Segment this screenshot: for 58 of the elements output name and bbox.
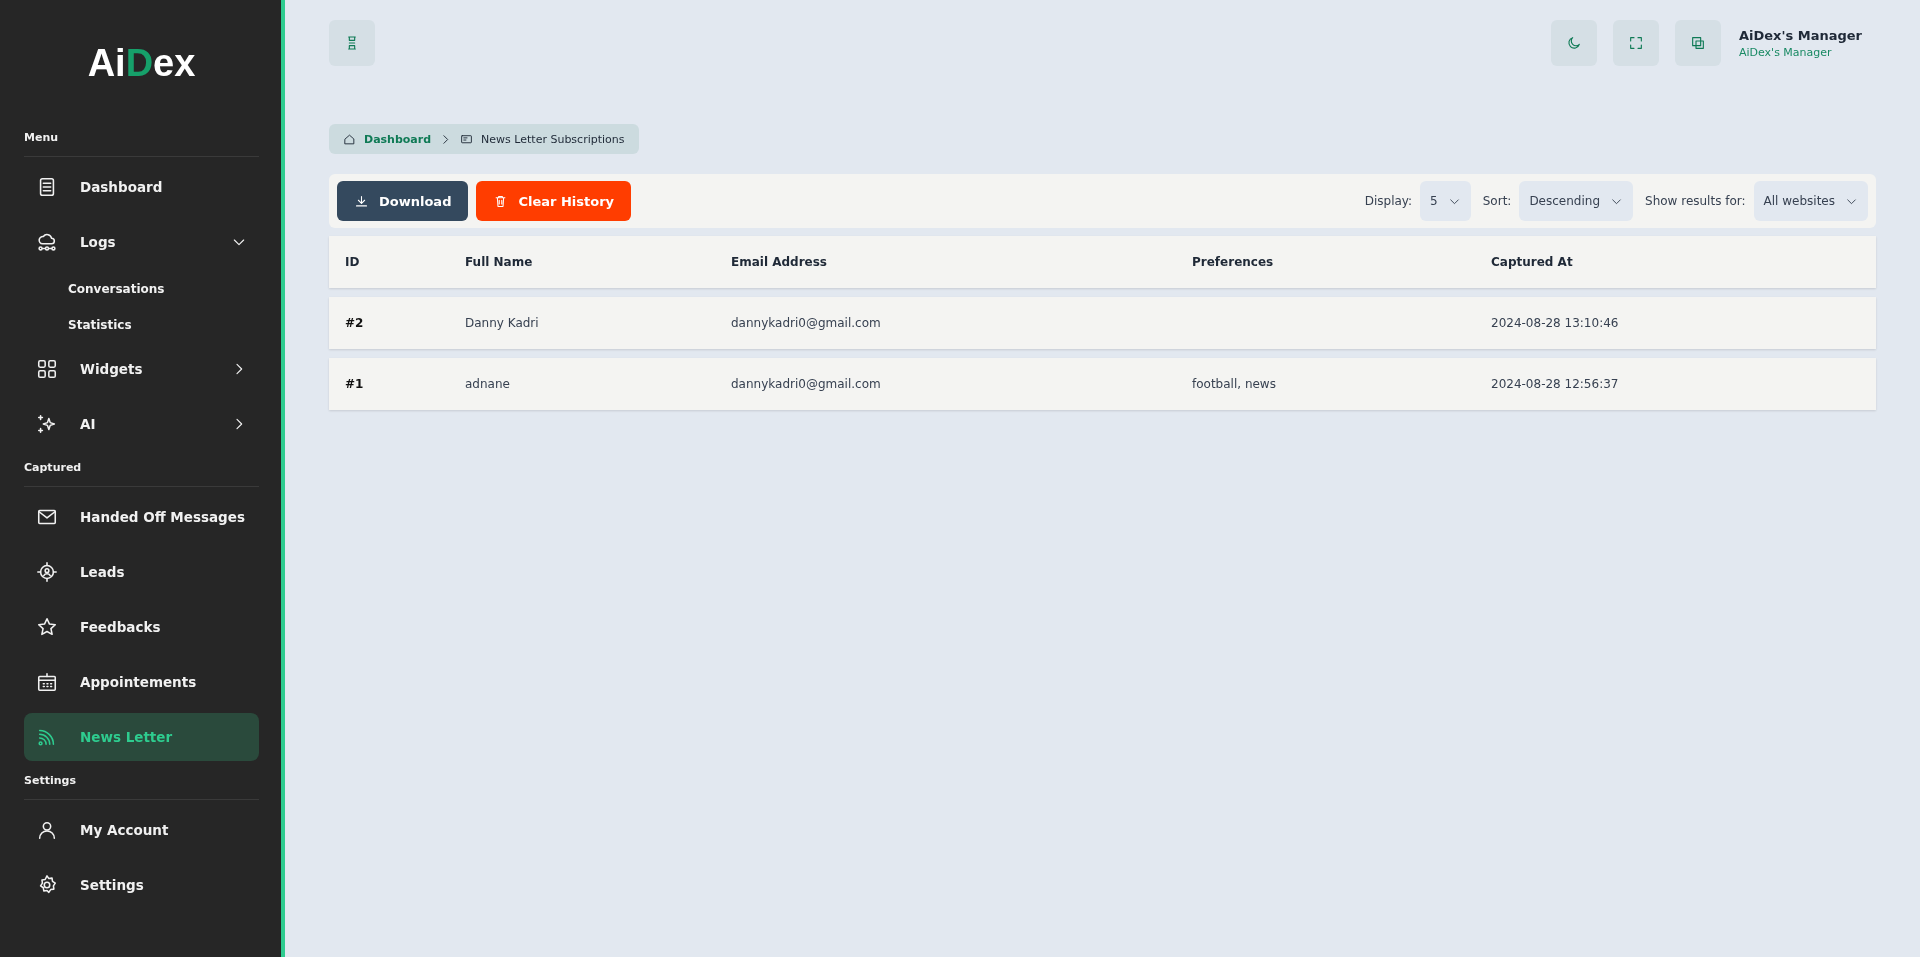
hourglass-button[interactable] (329, 20, 375, 66)
logo: AiDex (87, 42, 196, 85)
nav-item[interactable]: Feedbacks (24, 603, 259, 651)
nav-item[interactable]: Handed Off Messages (24, 493, 259, 541)
user-role: AiDex's Manager (1738, 45, 1833, 59)
table-cell-text: 2024-08-28 12:56:37 (1491, 377, 1620, 391)
avatar-button[interactable] (1674, 20, 1721, 66)
message-icon (460, 132, 474, 146)
download-icon (354, 193, 369, 209)
fullscreen-icon (1627, 35, 1644, 51)
clear-history-button[interactable]: Clear History (476, 181, 632, 221)
sparkles-icon (36, 413, 58, 435)
column-header: Preferences (1192, 255, 1275, 269)
calendar-icon (36, 671, 58, 693)
column-header: Captured At (1491, 255, 1574, 269)
home-icon (343, 132, 356, 146)
nav-item[interactable]: Widgets (24, 345, 259, 393)
dark-mode-button[interactable] (1550, 20, 1597, 66)
download-button[interactable]: Download (337, 181, 469, 221)
nav-item[interactable]: AI (24, 400, 259, 448)
breadcrumb-link[interactable]: Dashboard (364, 132, 432, 146)
target-person-icon (36, 561, 58, 583)
nav-item[interactable]: News Letter (24, 713, 259, 761)
filter-label: Show results for: (1645, 194, 1746, 208)
dropdown[interactable]: Descending (1519, 181, 1633, 221)
moon-icon (1565, 35, 1582, 51)
section-heading: Settings (24, 774, 259, 800)
column-header: Full Name (465, 255, 534, 269)
table-cell-text: 2024-08-28 13:10:46 (1491, 316, 1620, 330)
nav-item[interactable]: Appointements (24, 658, 259, 706)
column-header: Email Address (731, 255, 828, 269)
table-cell-text: #2 (345, 316, 365, 330)
fullscreen-button[interactable] (1612, 20, 1659, 66)
section-heading: Menu (24, 131, 259, 157)
user-name: AiDex's Manager (1738, 27, 1862, 43)
table-cell-text: adnane (465, 377, 511, 391)
nav-item[interactable]: Dashboard (24, 163, 259, 211)
dropdown[interactable]: All websites (1753, 181, 1868, 221)
dropdown[interactable]: 5 (1420, 181, 1471, 221)
person-icon (36, 819, 58, 841)
filter-label: Sort: (1482, 194, 1512, 208)
breadcrumb-current: News Letter Subscriptions (481, 132, 625, 146)
nav-item[interactable]: Settings (24, 861, 259, 909)
grid-icon (36, 358, 58, 380)
section-heading: Captured (24, 461, 259, 487)
nav-item[interactable]: My Account (24, 806, 259, 854)
star-icon (36, 616, 58, 638)
table-cell-text: dannykadri0@gmail.com (731, 316, 882, 330)
table-cell-text: football, news (1192, 377, 1277, 391)
cloud-network-icon (36, 231, 58, 253)
column-header: ID (345, 255, 361, 269)
image-icon (1689, 35, 1706, 51)
table-cell-text: Danny Kadri (465, 316, 540, 330)
table-cell-text: #1 (345, 377, 365, 391)
table-cell-text: dannykadri0@gmail.com (731, 377, 882, 391)
nav-item[interactable]: Leads (24, 548, 259, 596)
filter-label: Display: (1364, 194, 1413, 208)
nav-item[interactable]: Logs (24, 218, 259, 266)
